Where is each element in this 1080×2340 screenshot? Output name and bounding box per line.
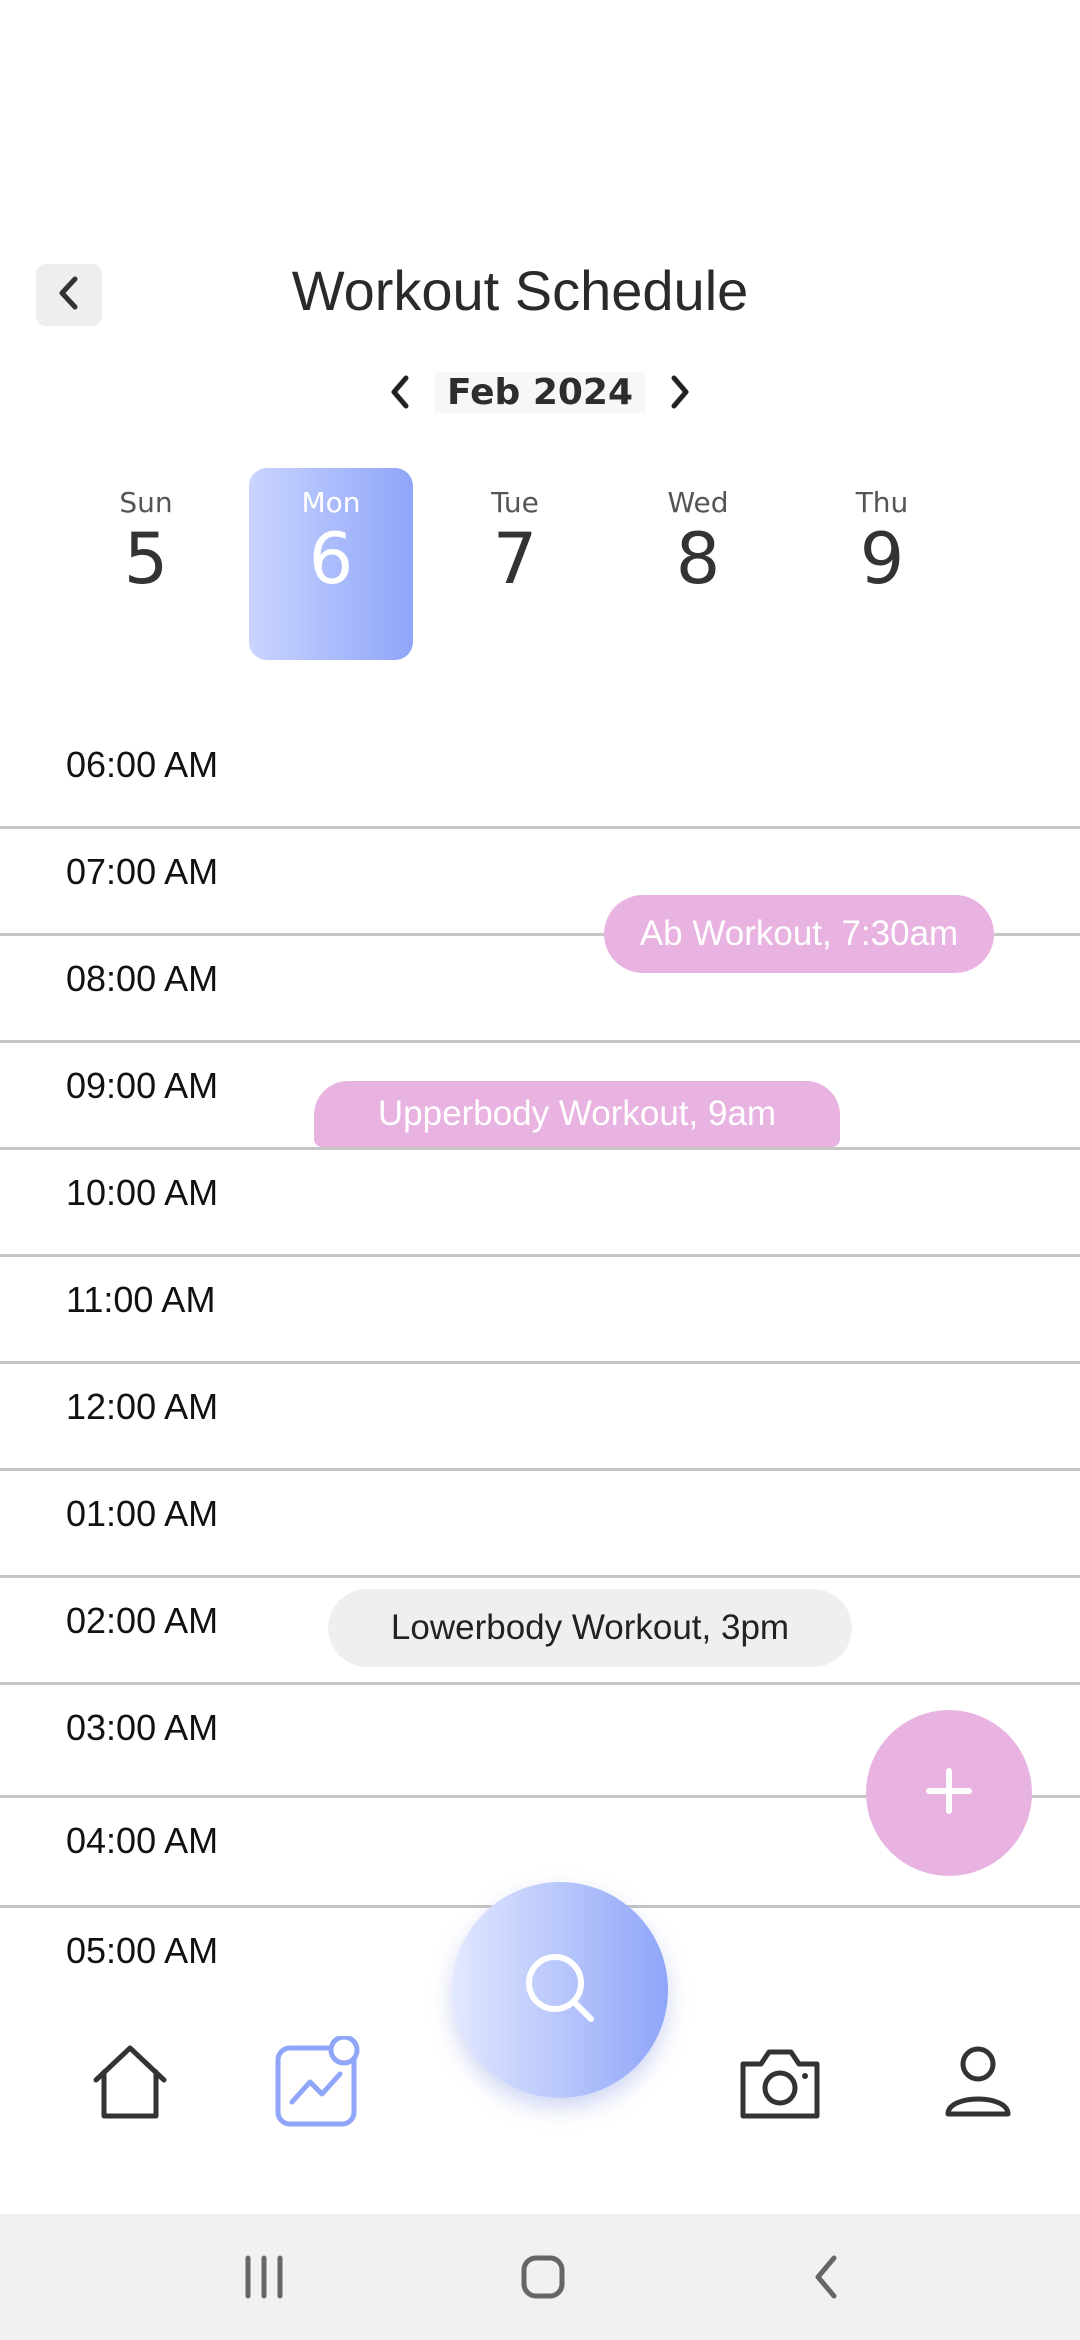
time-label: 09:00 AM xyxy=(66,1065,219,1106)
page-title: Workout Schedule xyxy=(291,259,749,322)
event-lowerbody-workout[interactable]: Lowerbody Workout, 3pm xyxy=(328,1589,852,1667)
search-icon xyxy=(515,1943,605,2038)
time-label: 01:00 AM xyxy=(66,1493,219,1534)
profile-nav-button[interactable] xyxy=(928,2034,1028,2134)
day-mon-selected[interactable]: Mon 6 xyxy=(249,468,413,660)
time-label: 03:00 AM xyxy=(66,1707,219,1748)
day-name: Mon xyxy=(301,486,361,519)
plus-icon xyxy=(923,1765,975,1822)
time-label: 02:00 AM xyxy=(66,1600,219,1641)
day-name: Thu xyxy=(855,486,909,519)
prev-month-button[interactable] xyxy=(380,367,420,417)
back-system-icon[interactable] xyxy=(808,2252,844,2307)
time-row: 06:00 AM xyxy=(0,722,1080,829)
system-nav-bar xyxy=(0,2214,1080,2340)
time-label: 11:00 AM xyxy=(66,1279,216,1320)
home-system-icon[interactable] xyxy=(520,2252,566,2307)
next-month-button[interactable] xyxy=(660,367,700,417)
home-nav-button[interactable] xyxy=(80,2034,180,2134)
month-label: Feb 2024 xyxy=(434,371,646,413)
day-name: Tue xyxy=(491,486,539,519)
progress-nav-button[interactable] xyxy=(268,2034,368,2134)
day-number: 9 xyxy=(859,518,905,600)
home-icon xyxy=(88,2040,172,2129)
event-ab-workout[interactable]: Ab Workout, 7:30am xyxy=(604,895,994,973)
day-number: 8 xyxy=(675,518,721,600)
day-sun[interactable]: Sun 5 xyxy=(64,468,228,660)
time-row: 10:00 AM xyxy=(0,1150,1080,1257)
profile-icon xyxy=(938,2042,1018,2127)
recent-apps-icon[interactable] xyxy=(240,2252,288,2307)
time-label: 12:00 AM xyxy=(66,1386,219,1427)
day-wed[interactable]: Wed 8 xyxy=(616,468,780,660)
progress-chart-icon xyxy=(272,2034,364,2133)
time-row: 12:00 AM xyxy=(0,1364,1080,1471)
day-thu[interactable]: Thu 9 xyxy=(800,468,964,660)
day-number: 6 xyxy=(308,518,354,600)
time-label: 06:00 AM xyxy=(66,744,219,785)
time-label: 05:00 AM xyxy=(66,1930,219,1971)
event-upperbody-workout[interactable]: Upperbody Workout, 9am xyxy=(314,1081,840,1147)
time-row: 01:00 AM xyxy=(0,1471,1080,1578)
camera-nav-button[interactable] xyxy=(730,2034,830,2134)
add-event-button[interactable] xyxy=(866,1710,1032,1876)
camera-icon xyxy=(735,2040,825,2129)
time-row: 11:00 AM xyxy=(0,1257,1080,1364)
time-label: 08:00 AM xyxy=(66,958,219,999)
day-number: 7 xyxy=(492,518,538,600)
time-label: 07:00 AM xyxy=(66,851,219,892)
day-name: Wed xyxy=(667,486,729,519)
time-label: 04:00 AM xyxy=(66,1820,219,1861)
time-label: 10:00 AM xyxy=(66,1172,219,1213)
search-button[interactable] xyxy=(452,1882,668,2098)
month-selector: Feb 2024 xyxy=(380,362,700,422)
day-name: Sun xyxy=(119,486,173,519)
day-number: 5 xyxy=(123,518,169,600)
day-tue[interactable]: Tue 7 xyxy=(433,468,597,660)
